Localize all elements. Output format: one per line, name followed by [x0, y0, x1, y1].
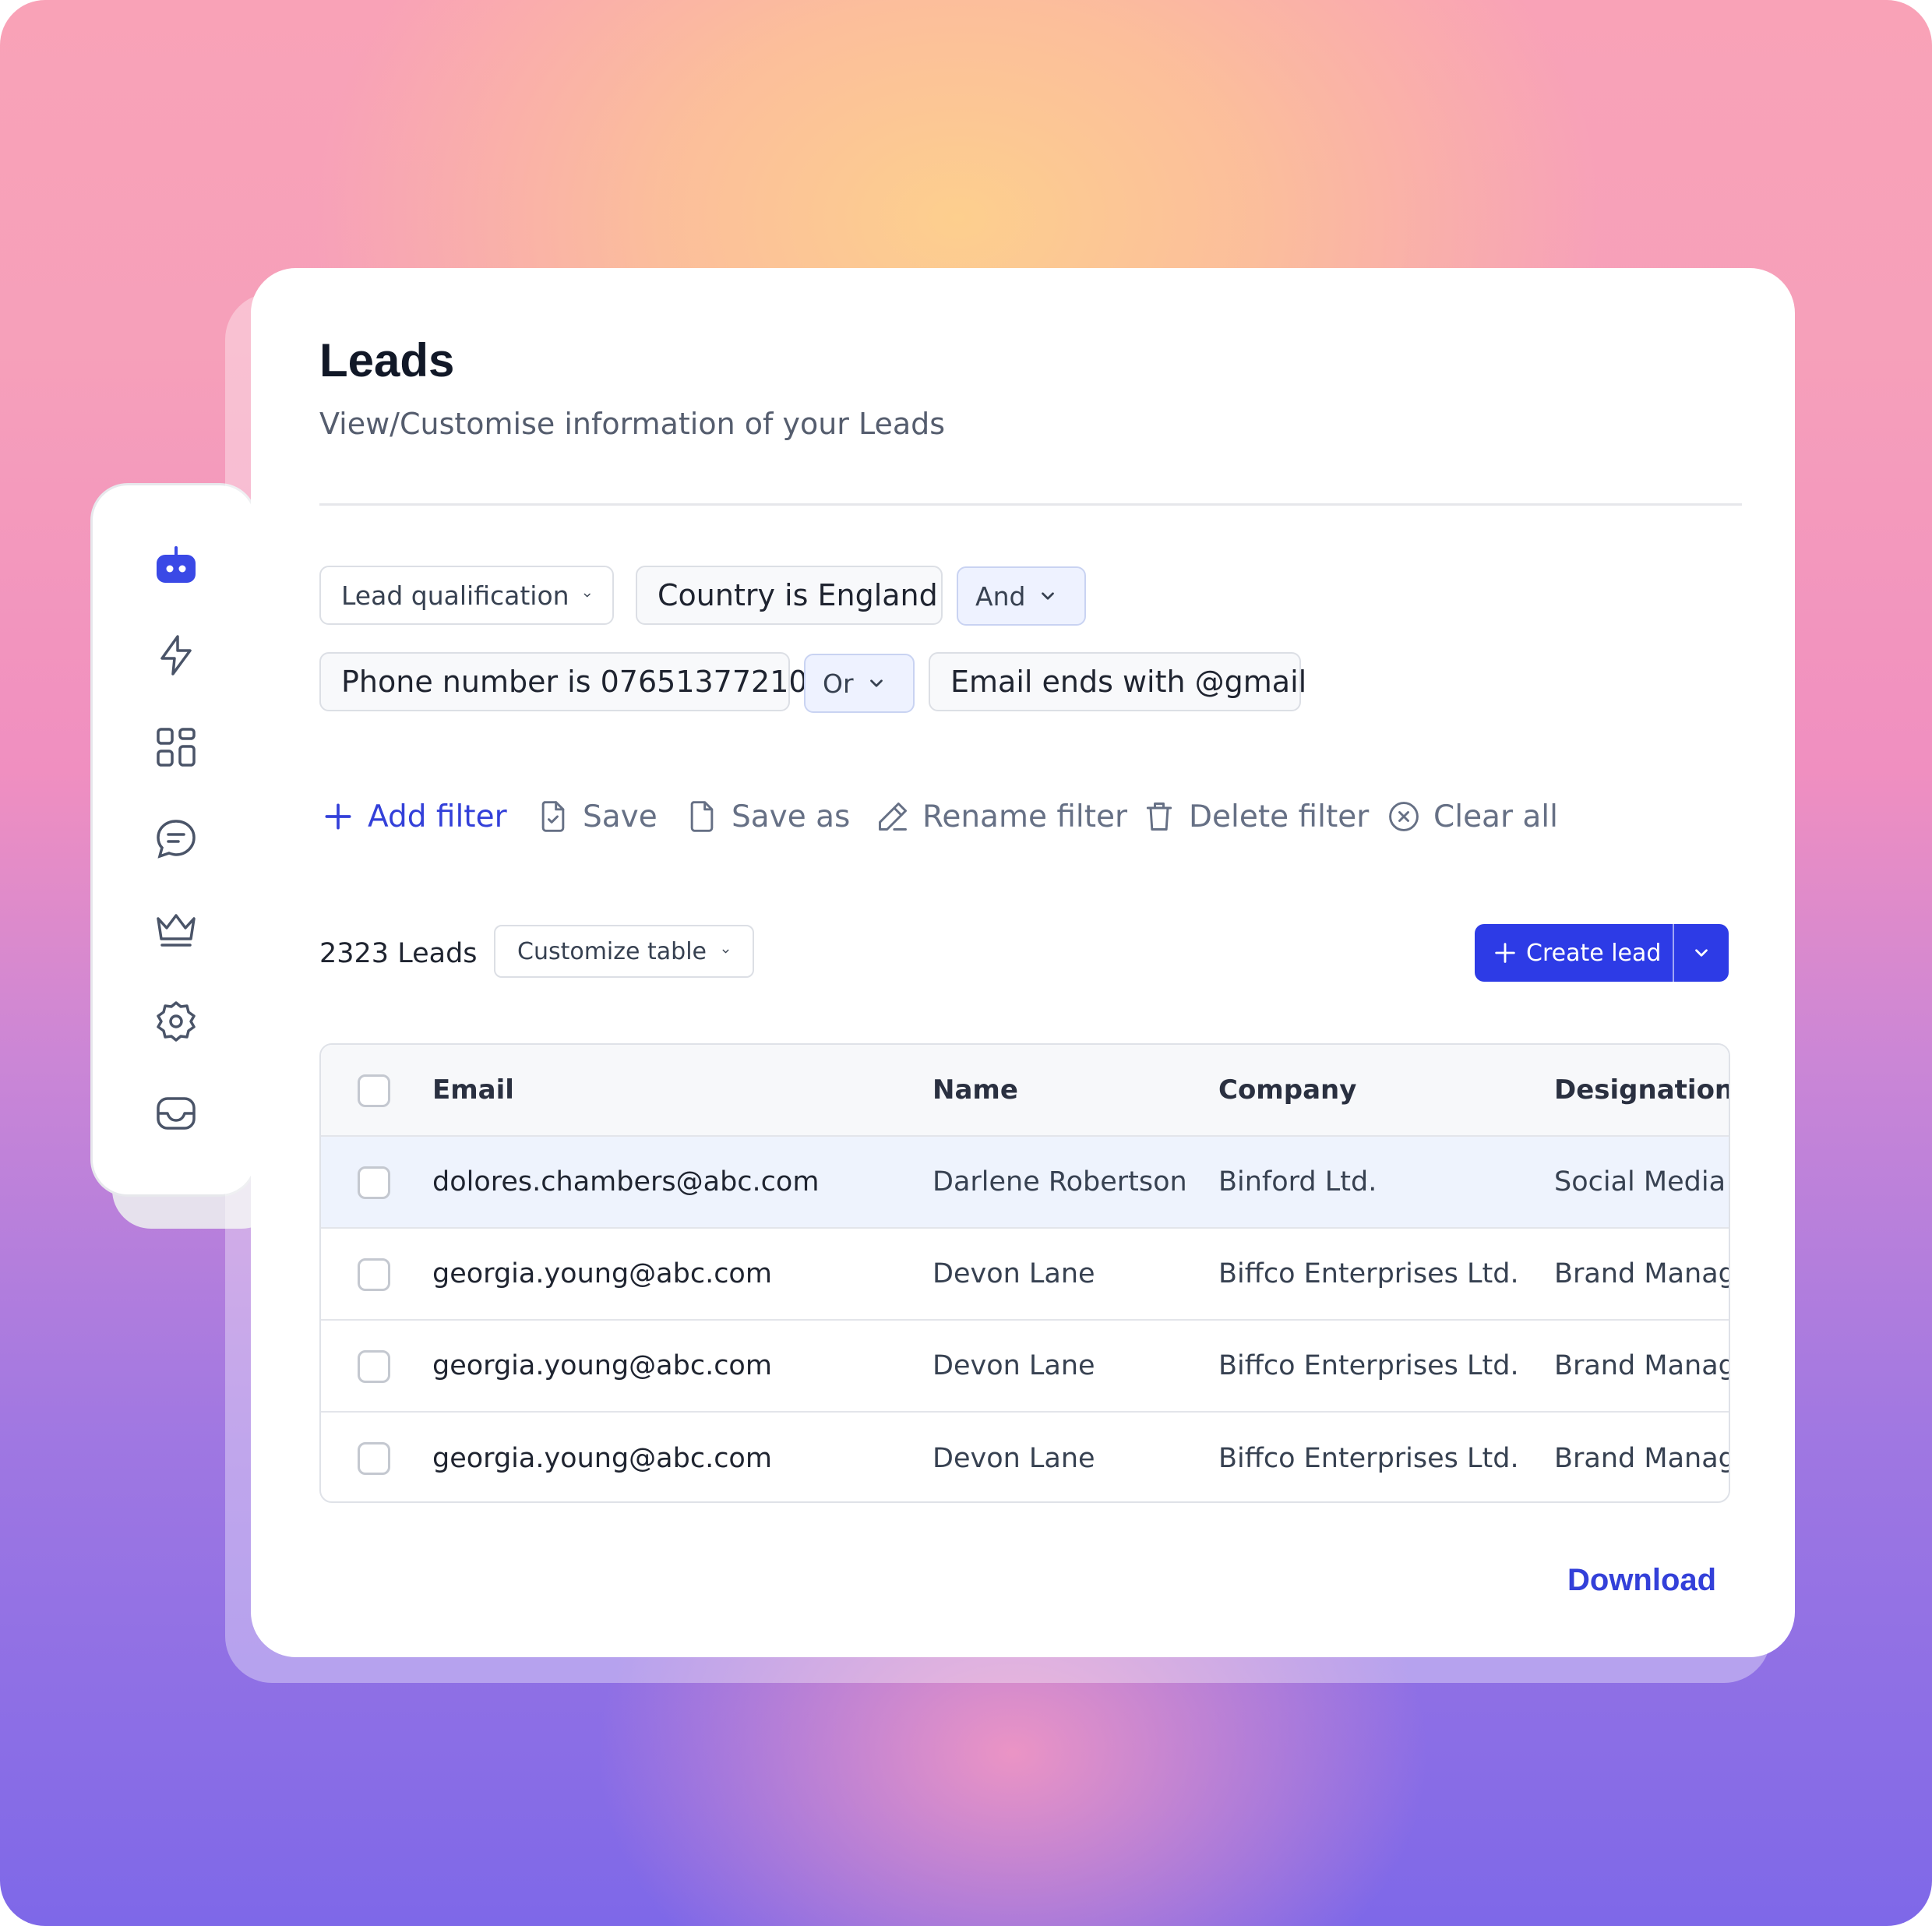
- customize-table-label: Customize table: [517, 937, 707, 965]
- dashboard-icon[interactable]: [154, 725, 198, 769]
- file-icon: [690, 801, 714, 832]
- save-as-button[interactable]: Save as: [685, 795, 850, 838]
- create-lead-dropdown-button[interactable]: [1674, 924, 1729, 982]
- name-cell: Darlene Robertson: [933, 1166, 1187, 1198]
- operator-and-label: And: [975, 580, 1026, 612]
- table-row[interactable]: georgia.young@abc.com Devon Lane Biffco …: [321, 1229, 1729, 1321]
- chevron-down-icon: [583, 593, 591, 598]
- create-lead-button[interactable]: Create lead: [1475, 924, 1673, 982]
- bot-icon[interactable]: [154, 545, 198, 588]
- plus-icon: [1495, 943, 1515, 963]
- table-row[interactable]: dolores.chambers@abc.com Darlene Roberts…: [321, 1137, 1729, 1229]
- file-check-icon: [541, 801, 565, 832]
- rename-filter-label: Rename filter: [922, 799, 1128, 834]
- add-filter-button[interactable]: Add filter: [321, 795, 507, 838]
- email-cell: dolores.chambers@abc.com: [432, 1166, 820, 1198]
- clear-all-label: Clear all: [1433, 799, 1558, 834]
- lead-count: 2323 Leads: [319, 938, 478, 969]
- table-header-row: Email Name Company Designation: [321, 1045, 1729, 1137]
- delete-filter-button[interactable]: Delete filter: [1142, 795, 1369, 838]
- save-button[interactable]: Save: [536, 795, 658, 838]
- designation-cell: Brand Manag: [1554, 1258, 1730, 1289]
- row-checkbox[interactable]: [358, 1258, 390, 1291]
- row-checkbox[interactable]: [358, 1166, 390, 1199]
- column-header-designation[interactable]: Designation: [1554, 1045, 1729, 1135]
- trash-icon: [1146, 802, 1172, 831]
- customize-table-dropdown[interactable]: Customize table: [494, 925, 754, 978]
- designation-cell: Social Media: [1554, 1166, 1726, 1198]
- designation-cell: Brand Manag: [1554, 1350, 1730, 1381]
- chevron-down-icon: [869, 679, 883, 687]
- chevron-down-icon: [1042, 592, 1055, 600]
- save-label: Save: [583, 799, 658, 834]
- company-cell: Biffco Enterprises Ltd.: [1218, 1350, 1519, 1381]
- operator-and-dropdown[interactable]: And: [957, 566, 1086, 626]
- select-all-checkbox[interactable]: [358, 1074, 390, 1107]
- row-checkbox[interactable]: [358, 1442, 390, 1475]
- leads-table: Email Name Company Designation dolores.c…: [319, 1043, 1730, 1503]
- column-header-name[interactable]: Name: [933, 1045, 1018, 1135]
- table-row[interactable]: georgia.young@abc.com Devon Lane Biffco …: [321, 1413, 1730, 1501]
- operator-or-dropdown[interactable]: Or: [804, 654, 915, 713]
- close-circle-icon: [1389, 802, 1419, 831]
- settings-icon[interactable]: [154, 1000, 198, 1043]
- email-cell: georgia.young@abc.com: [432, 1258, 772, 1289]
- page-title: Leads: [319, 334, 455, 386]
- leads-card: Leads View/Customise information of your…: [251, 268, 1795, 1657]
- row-checkbox[interactable]: [358, 1350, 390, 1383]
- delete-filter-label: Delete filter: [1189, 799, 1370, 834]
- filter-chip-email-label: Email ends with @gmail: [950, 665, 1307, 699]
- company-cell: Biffco Enterprises Ltd.: [1218, 1443, 1519, 1474]
- filter-chip-country-label: Country is England: [658, 578, 938, 612]
- email-cell: georgia.young@abc.com: [432, 1350, 772, 1381]
- save-as-label: Save as: [732, 799, 851, 834]
- create-lead-label: Create lead: [1526, 939, 1662, 967]
- name-cell: Devon Lane: [933, 1443, 1095, 1474]
- name-cell: Devon Lane: [933, 1258, 1095, 1289]
- designation-cell: Brand Manag: [1554, 1443, 1730, 1474]
- table-row[interactable]: georgia.young@abc.com Devon Lane Biffco …: [321, 1321, 1729, 1413]
- inbox-icon[interactable]: [154, 1092, 198, 1135]
- rename-filter-button[interactable]: Rename filter: [876, 795, 1127, 838]
- divider: [319, 503, 1742, 506]
- lead-qualification-dropdown[interactable]: Lead qualification: [319, 566, 614, 625]
- company-cell: Biffco Enterprises Ltd.: [1218, 1258, 1519, 1289]
- filter-chip-phone-label: Phone number is 07651377210: [341, 665, 808, 699]
- lead-qualification-label: Lead qualification: [341, 580, 569, 611]
- chevron-down-icon: [722, 949, 729, 954]
- download-link[interactable]: Download: [1567, 1563, 1716, 1598]
- plus-icon: [325, 803, 351, 830]
- filter-chip-email[interactable]: Email ends with @gmail: [929, 652, 1306, 711]
- clear-all-button[interactable]: Clear all: [1387, 795, 1558, 838]
- create-lead-split-button: Create lead: [1475, 924, 1729, 982]
- chevron-down-icon: [1695, 949, 1708, 957]
- column-header-email[interactable]: Email: [432, 1045, 514, 1135]
- operator-or-label: Or: [823, 668, 854, 699]
- filter-chip-country[interactable]: Country is England: [636, 566, 943, 625]
- page-subtitle: View/Customise information of your Leads: [319, 407, 946, 441]
- add-filter-label: Add filter: [368, 799, 507, 834]
- pencil-icon: [879, 802, 907, 831]
- company-cell: Binford Ltd.: [1218, 1166, 1377, 1198]
- column-header-company[interactable]: Company: [1218, 1045, 1356, 1135]
- chat-icon[interactable]: [154, 817, 198, 861]
- name-cell: Devon Lane: [933, 1350, 1095, 1381]
- crown-icon[interactable]: [154, 908, 198, 951]
- filter-chip-phone[interactable]: Phone number is 07651377210: [319, 652, 808, 711]
- email-cell: georgia.young@abc.com: [432, 1443, 772, 1474]
- lightning-icon[interactable]: [154, 633, 198, 677]
